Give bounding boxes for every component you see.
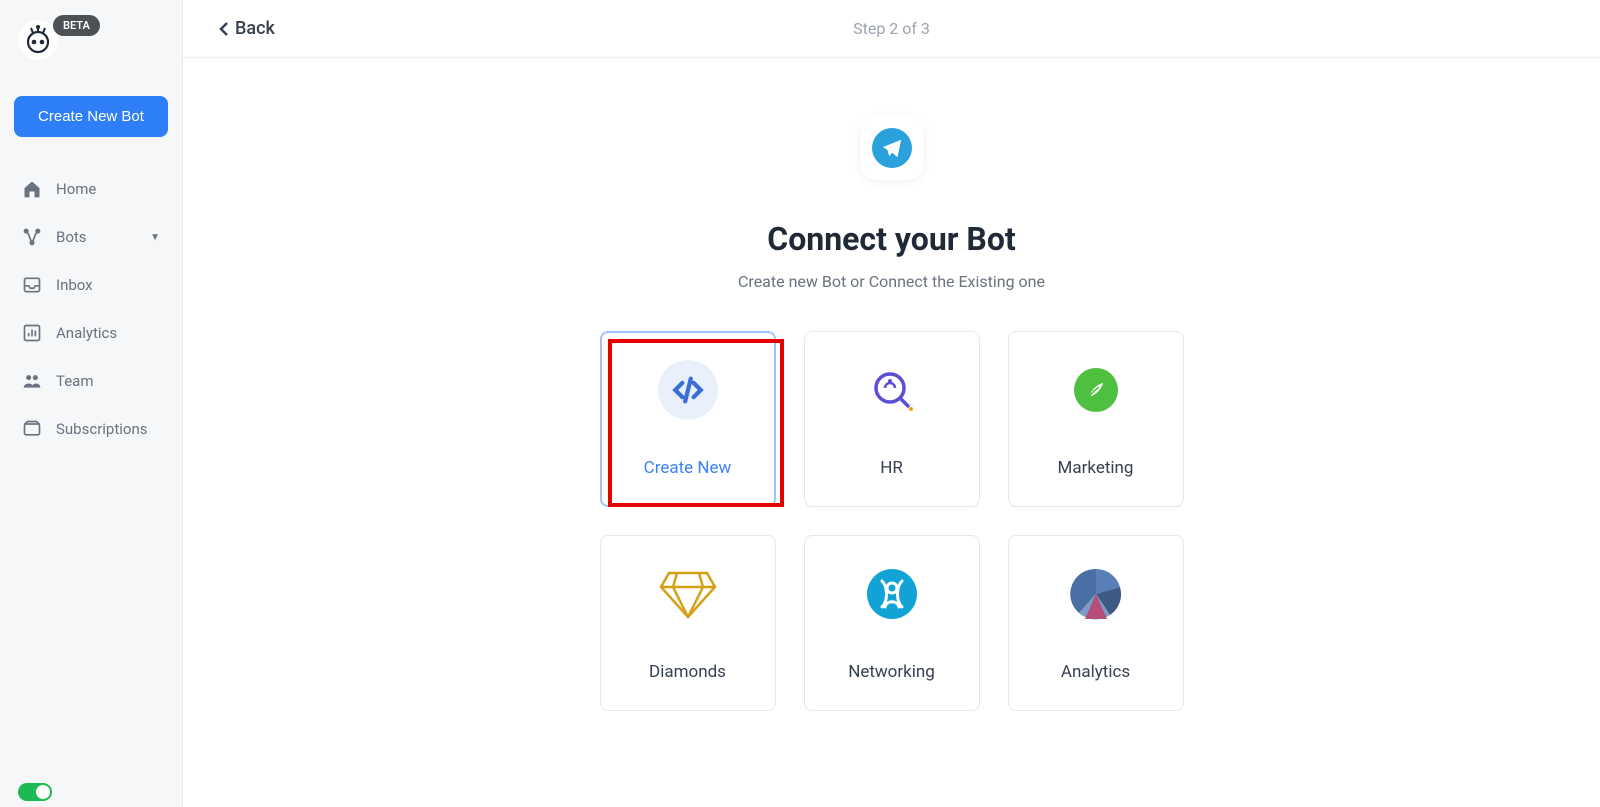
- page-title: Connect your Bot: [767, 220, 1015, 258]
- telegram-icon: [872, 128, 912, 168]
- sidebar-item-inbox[interactable]: Inbox: [0, 261, 182, 309]
- subscriptions-icon: [22, 419, 42, 439]
- pie-chart-icon: [1066, 564, 1126, 624]
- card-marketing[interactable]: Marketing: [1008, 331, 1184, 507]
- sidebar-item-label: Subscriptions: [56, 420, 147, 438]
- header: Back Step 2 of 3: [183, 0, 1600, 58]
- create-new-bot-button[interactable]: Create New Bot: [14, 96, 168, 137]
- template-grid: Create New HR Marketing Diamonds: [600, 331, 1184, 711]
- card-label: Networking: [848, 662, 935, 682]
- networking-icon: [862, 564, 922, 624]
- marketing-icon: [1066, 360, 1126, 420]
- sidebar-item-bots[interactable]: Bots ▼: [0, 213, 182, 261]
- card-label: Marketing: [1058, 458, 1134, 478]
- sidebar: BETA Create New Bot Home Bots ▼ Inbox An…: [0, 0, 183, 807]
- logo-area: BETA: [0, 0, 182, 72]
- beta-badge: BETA: [53, 15, 100, 36]
- step-indicator: Step 2 of 3: [853, 19, 930, 38]
- main-area: Back Step 2 of 3 Connect your Bot Create…: [183, 0, 1600, 807]
- bot-logo-icon: [23, 25, 53, 55]
- app-logo[interactable]: [18, 20, 58, 60]
- back-button[interactable]: Back: [219, 18, 275, 39]
- sidebar-item-label: Team: [56, 372, 94, 390]
- card-networking[interactable]: Networking: [804, 535, 980, 711]
- chevron-down-icon: ▼: [150, 232, 160, 243]
- sidebar-item-team[interactable]: Team: [0, 357, 182, 405]
- sidebar-item-analytics[interactable]: Analytics: [0, 309, 182, 357]
- card-analytics[interactable]: Analytics: [1008, 535, 1184, 711]
- sidebar-item-label: Analytics: [56, 324, 117, 342]
- content: Connect your Bot Create new Bot or Conne…: [183, 58, 1600, 807]
- team-icon: [22, 371, 42, 391]
- inbox-icon: [22, 275, 42, 295]
- sidebar-item-label: Home: [56, 180, 96, 198]
- online-status[interactable]: [18, 783, 52, 801]
- page-subtitle: Create new Bot or Connect the Existing o…: [738, 272, 1045, 291]
- online-toggle[interactable]: [18, 783, 52, 801]
- platform-icon-box: [860, 116, 924, 180]
- back-label: Back: [235, 18, 275, 39]
- card-hr[interactable]: HR: [804, 331, 980, 507]
- chevron-left-icon: [219, 21, 229, 37]
- sidebar-item-label: Inbox: [56, 276, 93, 294]
- card-label: Analytics: [1061, 662, 1130, 682]
- card-diamonds[interactable]: Diamonds: [600, 535, 776, 711]
- sidebar-item-home[interactable]: Home: [0, 165, 182, 213]
- hr-icon: [862, 360, 922, 420]
- home-icon: [22, 179, 42, 199]
- sidebar-nav: Home Bots ▼ Inbox Analytics Team Subscri…: [0, 165, 182, 453]
- analytics-icon: [22, 323, 42, 343]
- bots-icon: [22, 227, 42, 247]
- diamond-icon: [658, 564, 718, 624]
- sidebar-item-label: Bots: [56, 228, 87, 246]
- code-icon: [658, 360, 718, 420]
- card-label: HR: [880, 458, 903, 478]
- card-label: Create New: [644, 458, 732, 478]
- sidebar-item-subscriptions[interactable]: Subscriptions: [0, 405, 182, 453]
- card-label: Diamonds: [649, 662, 726, 682]
- card-create-new[interactable]: Create New: [600, 331, 776, 507]
